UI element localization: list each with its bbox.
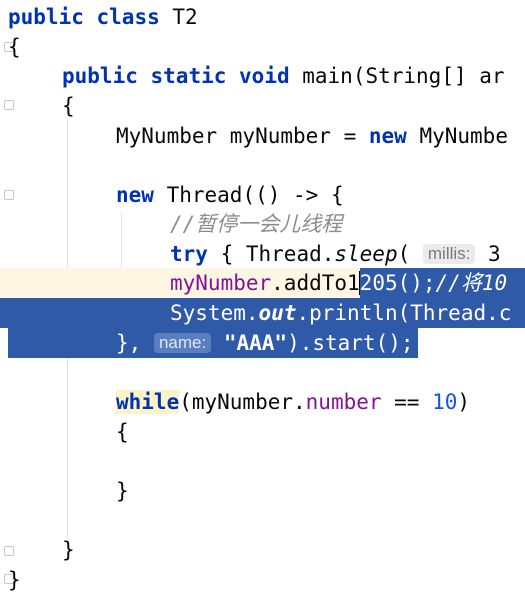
- brace: }: [62, 538, 75, 562]
- code-text: 3: [475, 242, 501, 266]
- code-line-2[interactable]: {: [0, 32, 525, 62]
- keyword: new: [368, 124, 407, 148]
- code-text: MyNumbe: [406, 124, 508, 148]
- code-line-10[interactable]: myNumber.addTo1205();//将10: [0, 268, 525, 298]
- parameter-hint: name:: [153, 333, 212, 353]
- code-text: 205();: [359, 271, 436, 295]
- code-line-11[interactable]: System.out.println(Thread.c: [0, 298, 525, 328]
- keyword: void: [239, 64, 290, 88]
- class-name: T2: [159, 5, 198, 29]
- number-literal: 10: [432, 390, 458, 414]
- code-line-7[interactable]: new Thread(() -> {: [0, 180, 525, 210]
- code-line-9[interactable]: try { Thread.sleep( millis: 3: [0, 239, 525, 269]
- code-line-8[interactable]: //暂停一会儿线程: [0, 209, 525, 239]
- keyword: class: [96, 5, 160, 29]
- code-text: .println(Thread.c: [296, 301, 512, 325]
- code-line-4[interactable]: {: [0, 91, 525, 121]
- code-text: },: [116, 331, 154, 355]
- field-reference: number: [305, 390, 382, 414]
- string-literal: "AAA": [223, 331, 288, 355]
- brace: {: [8, 35, 21, 59]
- comment: //将10: [435, 271, 508, 295]
- code-line-14[interactable]: while(myNumber.number == 10): [0, 387, 525, 417]
- code-text: (myNumber.: [179, 390, 306, 414]
- keyword: try: [170, 242, 208, 266]
- code-text: (: [397, 242, 423, 266]
- code-line-12[interactable]: }, name: "AAA").start();: [0, 328, 525, 358]
- code-editor[interactable]: public class T2 { public static void mai…: [0, 0, 525, 598]
- parameter-hint: millis:: [422, 244, 476, 264]
- code-line-1[interactable]: public class T2: [0, 2, 525, 32]
- keyword: public: [62, 64, 138, 88]
- method-signature: main(String[] ar: [289, 64, 505, 88]
- code-line-20[interactable]: }: [0, 565, 525, 595]
- keyword: new: [116, 183, 154, 207]
- code-text: MyNumber myNumber =: [116, 124, 369, 148]
- code-line-15[interactable]: {: [0, 417, 525, 447]
- code-text: ).start();: [287, 331, 414, 355]
- brace: {: [62, 94, 75, 118]
- method-name: sleep: [334, 242, 398, 266]
- code-line-3[interactable]: public static void main(String[] ar: [0, 61, 525, 91]
- keyword: static: [150, 64, 227, 88]
- code-line-19[interactable]: }: [0, 535, 525, 565]
- code-text: System.: [170, 301, 259, 325]
- code-text: { Thread.: [207, 242, 335, 266]
- field-reference: myNumber: [170, 271, 272, 295]
- code-text: .addTo1: [271, 271, 360, 295]
- code-text: Thread(() -> {: [153, 183, 344, 207]
- code-line-5[interactable]: MyNumber myNumber = new MyNumbe: [0, 121, 525, 151]
- brace: }: [116, 479, 129, 503]
- code-text: ): [457, 390, 471, 414]
- keyword: while: [116, 390, 180, 414]
- comment: //暂停一会儿线程: [170, 212, 343, 236]
- static-field: out: [258, 301, 297, 325]
- code-line-17[interactable]: }: [0, 476, 525, 506]
- brace: {: [116, 420, 129, 444]
- code-text: ==: [381, 390, 433, 414]
- brace: }: [8, 568, 21, 592]
- keyword: public: [8, 5, 84, 29]
